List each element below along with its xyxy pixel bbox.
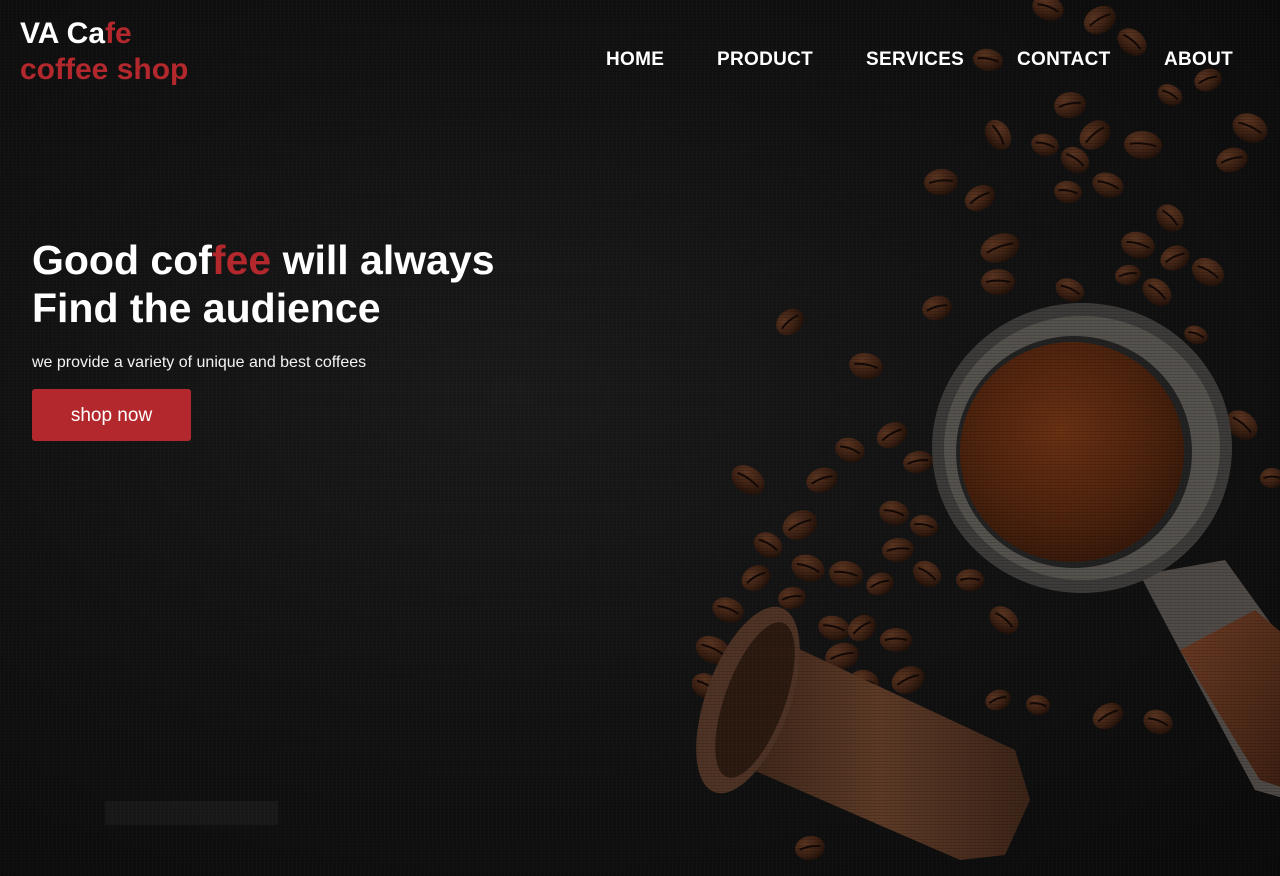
coffee-bean <box>741 565 771 591</box>
brand-name: VA Cafe <box>20 16 188 52</box>
coffee-bean <box>731 465 765 495</box>
coffee-bean <box>980 233 1020 263</box>
coffee-bean <box>753 532 783 558</box>
hero-title-line2: Find the audience <box>32 285 381 331</box>
hero-subtitle: we provide a variety of unique and best … <box>32 354 367 371</box>
coffee-bean <box>984 119 1012 151</box>
coffee-bean <box>849 352 883 380</box>
coffee-bean <box>1054 91 1086 119</box>
faint-overlay-widget <box>105 801 278 825</box>
hero-section: Good coffee will always Find the audience… <box>32 236 495 441</box>
page: VA Cafe coffee shop HOME PRODUCT SERVICE… <box>0 0 1280 876</box>
coffee-bean <box>782 510 818 540</box>
coffee-bean <box>712 597 744 623</box>
coffee-bean <box>1115 264 1141 286</box>
nav-product-link[interactable]: PRODUCT <box>717 49 813 71</box>
coffee-bean <box>847 614 877 642</box>
coffee-bean <box>910 514 938 538</box>
coffee-bean <box>876 421 908 449</box>
coffee-bean <box>912 560 942 588</box>
coffee-bean <box>989 606 1019 634</box>
coffee-bean <box>1032 0 1064 21</box>
coffee-bean <box>1026 694 1050 716</box>
coffee-bean <box>1092 172 1124 198</box>
coffee-bean <box>806 467 838 493</box>
coffee-bean <box>1031 133 1059 157</box>
coffee-bean <box>818 615 850 641</box>
coffee-bean <box>985 689 1011 711</box>
coffee-bean <box>1232 113 1268 143</box>
coffee-bean <box>829 560 863 588</box>
brand-name-prefix: VA Ca <box>20 17 106 50</box>
coffee-bean <box>882 537 914 563</box>
coffee-bean <box>924 168 958 196</box>
coffee-bean <box>1160 245 1190 271</box>
coffee-bean <box>866 572 894 596</box>
coffee-bean <box>879 500 909 526</box>
hero-title: Good coffee will always Find the audience <box>32 236 495 332</box>
coffee-bean <box>1124 130 1162 160</box>
coffee-bean <box>903 450 933 474</box>
brand-logo[interactable]: VA Cafe coffee shop <box>20 16 188 88</box>
coffee-bean <box>922 295 952 321</box>
brand-name-accent: fe <box>105 17 132 50</box>
coffee-bean <box>1083 5 1117 35</box>
brand-tagline: coffee shop <box>20 53 189 86</box>
nav-home-link[interactable]: HOME <box>606 49 664 71</box>
hero-title-part1: Good cof <box>32 237 212 283</box>
coffee-bean <box>1216 147 1248 173</box>
coffee-bean <box>1092 702 1124 730</box>
coffee-bean <box>791 554 825 582</box>
nav-services-link[interactable]: SERVICES <box>866 49 964 71</box>
coffee-bean <box>973 48 1003 72</box>
nav-contact-link[interactable]: CONTACT <box>1017 49 1111 71</box>
coffee-bean <box>1156 204 1184 232</box>
coffee-bean <box>1191 257 1225 287</box>
coffee-bean <box>778 586 806 610</box>
coffee-bean <box>964 184 996 212</box>
coffee-bean <box>835 437 865 463</box>
hero-title-part2: will always <box>271 237 495 283</box>
hero-title-accent: fee <box>211 237 272 283</box>
coffee-bean <box>795 835 825 861</box>
coffee-bean <box>776 308 804 336</box>
coffee-bean <box>1055 278 1085 302</box>
coffee-bean <box>1143 709 1173 735</box>
coffee-bean <box>1054 180 1082 204</box>
coffee-bean <box>1157 84 1183 106</box>
nav-about-link[interactable]: ABOUT <box>1164 49 1233 71</box>
coffee-bean <box>1121 231 1155 259</box>
coffee-bean <box>1117 28 1147 56</box>
shop-now-button[interactable]: shop now <box>32 389 191 441</box>
coffee-bean <box>1142 278 1172 306</box>
